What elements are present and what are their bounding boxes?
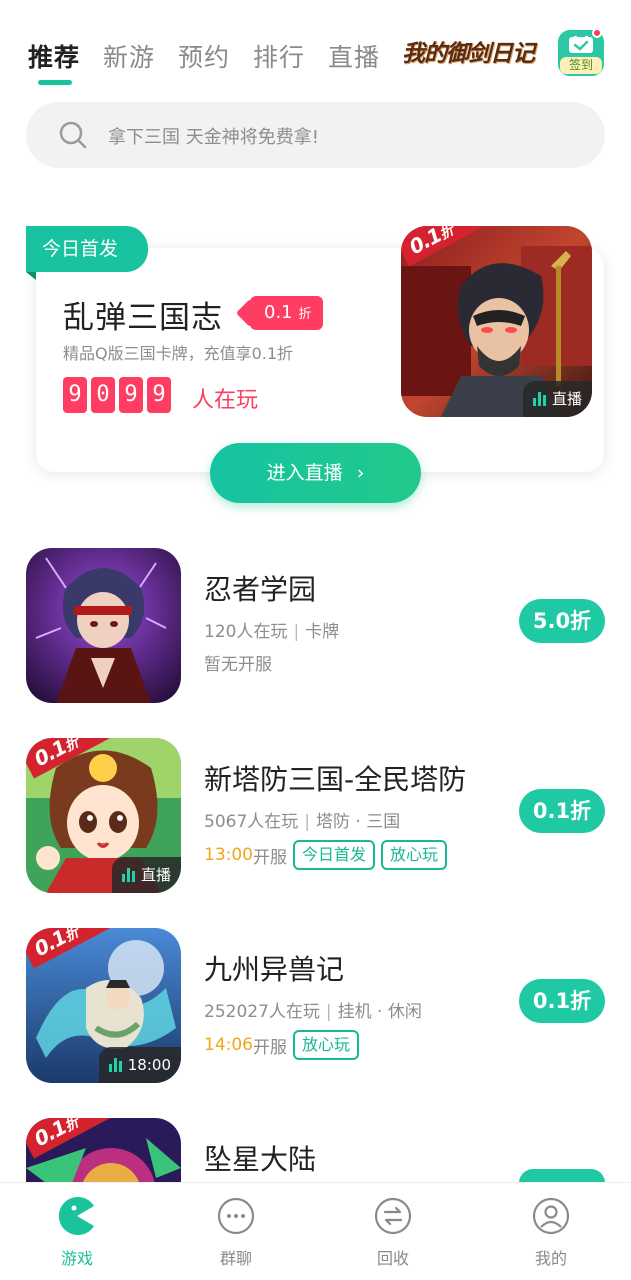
live-bars-icon xyxy=(108,1058,122,1072)
nav-label: 我的 xyxy=(534,1249,567,1268)
user-icon xyxy=(532,1197,570,1235)
tag-pill: 放心玩 xyxy=(293,1030,360,1060)
player-count-digits: 9 0 9 9 xyxy=(63,377,171,413)
server-status: 13:00 开服 今日首发 放心玩 xyxy=(204,840,448,870)
live-label: 直播 xyxy=(140,866,171,884)
tab-recommend[interactable]: 推荐 xyxy=(28,38,80,74)
game-title[interactable]: 九州异兽记 xyxy=(204,948,344,988)
featured-discount-badge: 0.1 折 xyxy=(250,296,324,330)
game-title[interactable]: 新塔防三国-全民塔防 xyxy=(204,758,466,798)
discount-button-partial[interactable] xyxy=(519,1169,605,1183)
signin-label: 签到 xyxy=(560,57,602,74)
chat-bubble-icon xyxy=(217,1197,255,1235)
pacman-icon xyxy=(58,1197,94,1235)
meta-divider: | xyxy=(325,1002,332,1022)
enter-live-button[interactable]: 进入直播 › xyxy=(210,443,421,503)
game-meta: 120人在玩 | 卡牌 xyxy=(204,617,339,642)
search-placeholder: 拿下三国 天金神将免费拿! xyxy=(108,127,319,148)
game-players: 252027人在玩 xyxy=(204,1002,320,1022)
active-tab-indicator xyxy=(38,80,72,85)
player-digit: 9 xyxy=(147,377,171,413)
top-tab-bar: 推荐 新游 预约 排行 直播 我的御剑日记 签到 xyxy=(0,0,631,100)
featured-live-label: 直播 xyxy=(551,390,582,408)
game-tags: 挂机 · 休闲 xyxy=(337,1002,422,1022)
game-players: 120人在玩 xyxy=(204,622,288,642)
schedule-badge: 18:00 xyxy=(98,1047,181,1083)
game-meta: 5067人在玩 | 塔防 · 三国 xyxy=(204,807,400,832)
game-meta: 252027人在玩 | 挂机 · 休闲 xyxy=(204,997,422,1022)
server-status: 14:06 开服 放心玩 xyxy=(204,1030,360,1060)
nav-games[interactable]: 游戏 xyxy=(17,1183,137,1280)
live-badge: 直播 xyxy=(111,857,181,893)
game-players: 5067人在玩 xyxy=(204,812,299,832)
game-icon-ninja-academy[interactable] xyxy=(26,548,181,703)
tab-new-games[interactable]: 新游 xyxy=(103,38,155,74)
players-suffix: 人在玩 xyxy=(192,388,259,413)
game-tags: 塔防 · 三国 xyxy=(316,812,401,832)
game-list-item[interactable]: 0.1折 直播 新塔防三国-全民塔防 5067人在玩 | 塔防 · 三国 13:00… xyxy=(0,738,631,898)
search-bar[interactable]: 拿下三国 天金神将免费拿! xyxy=(26,102,605,168)
player-digit: 0 xyxy=(91,377,115,413)
featured-game-title[interactable]: 乱弹三国志 xyxy=(63,292,223,337)
search-icon xyxy=(59,121,87,149)
server-text: 暂无开服 xyxy=(204,655,272,675)
exchange-icon xyxy=(374,1197,412,1235)
meta-divider: | xyxy=(293,622,300,642)
featured-discount-unit: 折 xyxy=(298,307,312,322)
tag-pill: 今日首发 xyxy=(293,840,376,870)
game-list-item[interactable]: 0.1折 18:00 九州异兽记 252027人在玩 | 挂机 · 休闲 14:06… xyxy=(0,928,631,1088)
nav-label: 回收 xyxy=(376,1249,409,1268)
promo-banner-title[interactable]: 我的御剑日记 xyxy=(402,34,535,68)
server-text: 开服 xyxy=(253,1037,287,1058)
game-icon-jiuzhou[interactable]: 0.1折 18:00 xyxy=(26,928,181,1083)
server-time: 13:00 xyxy=(204,845,253,865)
game-icon-tower-defense[interactable]: 0.1折 直播 xyxy=(26,738,181,893)
game-title[interactable]: 忍者学园 xyxy=(204,568,316,608)
discount-button[interactable]: 0.1折 xyxy=(519,789,605,833)
featured-live-badge: 直播 xyxy=(522,381,592,417)
game-title[interactable]: 坠星大陆 xyxy=(204,1138,316,1178)
server-time: 14:06 xyxy=(204,1035,253,1055)
nav-profile[interactable]: 我的 xyxy=(491,1183,611,1280)
featured-game-art[interactable]: 0.1折 直播 xyxy=(401,226,592,417)
tag-pill: 放心玩 xyxy=(381,840,448,870)
tag-fold xyxy=(26,272,36,280)
tab-reservation[interactable]: 预约 xyxy=(178,38,230,74)
bottom-navigation: 游戏 群聊 回收 我的 xyxy=(0,1182,631,1280)
game-art-image xyxy=(26,548,181,703)
today-launch-tag: 今日首发 xyxy=(26,226,148,272)
live-bars-icon xyxy=(121,868,135,882)
meta-divider: | xyxy=(304,812,310,832)
featured-subtitle: 精品Q版三国卡牌，充值享0.1折 xyxy=(63,344,294,363)
nav-label: 游戏 xyxy=(60,1249,93,1268)
server-status: 暂无开服 xyxy=(204,650,272,675)
nav-label: 群聊 xyxy=(219,1249,252,1268)
game-list-item[interactable]: 忍者学园 120人在玩 | 卡牌 暂无开服 5.0折 xyxy=(0,548,631,708)
enter-live-label: 进入直播 xyxy=(266,462,343,484)
server-text: 开服 xyxy=(253,847,287,868)
live-bars-icon xyxy=(532,392,546,406)
nav-recycle[interactable]: 回收 xyxy=(333,1183,453,1280)
chevron-right-icon: › xyxy=(356,462,365,484)
featured-discount-value: 0.1 xyxy=(264,302,293,323)
notification-dot xyxy=(592,28,602,38)
player-digit: 9 xyxy=(63,377,87,413)
schedule-time: 18:00 xyxy=(127,1056,171,1074)
game-tags: 卡牌 xyxy=(305,622,340,642)
discount-button[interactable]: 0.1折 xyxy=(519,979,605,1023)
tab-live[interactable]: 直播 xyxy=(328,38,380,74)
discount-button[interactable]: 5.0折 xyxy=(519,599,605,643)
tab-ranking[interactable]: 排行 xyxy=(253,38,305,74)
signin-face-icon xyxy=(569,36,593,53)
nav-group-chat[interactable]: 群聊 xyxy=(176,1183,296,1280)
player-digit: 9 xyxy=(119,377,143,413)
